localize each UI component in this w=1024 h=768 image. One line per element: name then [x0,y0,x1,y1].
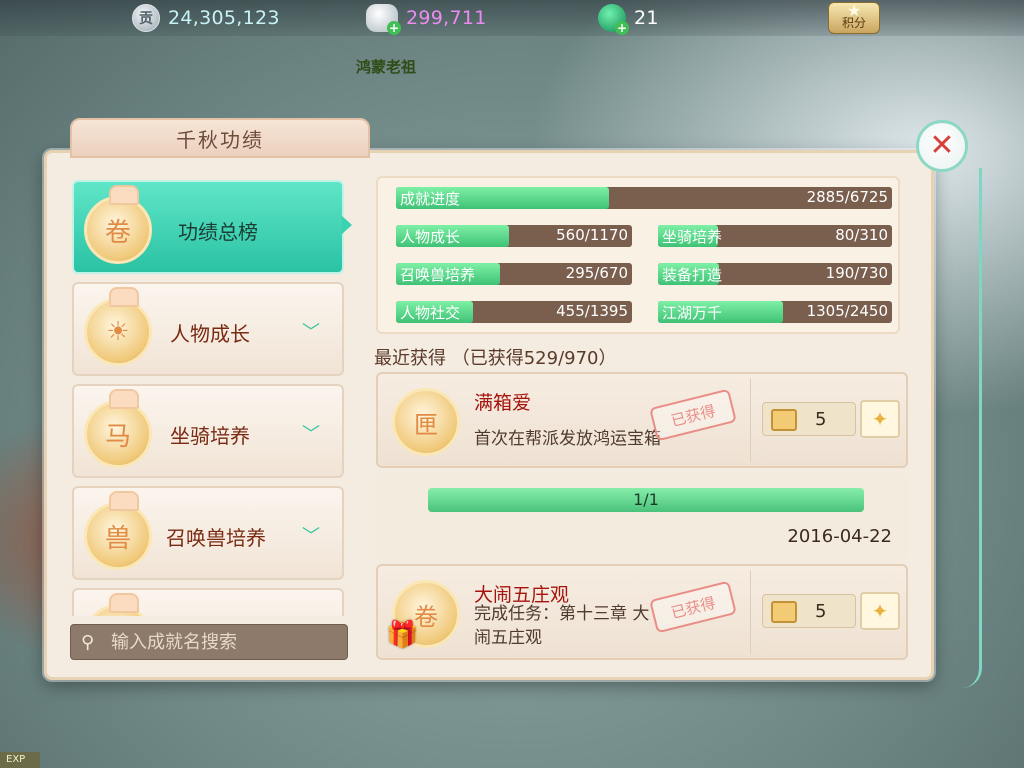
npc-name: 鸿蒙老祖 [356,58,417,76]
search-box[interactable]: ⚲ [70,624,348,660]
category-label: 人物成长 [170,322,250,346]
chevron-down-icon[interactable]: ﹀ [296,324,326,342]
share-button[interactable]: ✦ [860,400,900,438]
progress-name: 成就进度 [400,190,461,208]
search-icon: ⚲ [81,631,95,653]
category-item-pet[interactable]: 兽 召唤兽培养 ﹀ [72,486,344,580]
recent-achievement-list: 匣 满箱爱 首次在帮派发放鸿运宝箱 已获得 5 ✦ 1/1 2016-04-22… [372,370,912,662]
progress-value: 295/670 [565,264,628,282]
progress-name: 人物成长 [400,228,461,246]
pet-progress-bar: 召唤兽培养 295/670 [396,263,632,285]
chevron-down-icon[interactable]: ﹀ [296,528,326,546]
reward-count: 5 [815,409,827,430]
panel-title: 千秋功绩 [176,127,264,152]
progress-value: 1305/2450 [806,302,888,320]
silver-currency[interactable]: 299,711 [366,3,487,35]
achievement-card[interactable]: 匣 满箱爱 首次在帮派发放鸿运宝箱 已获得 5 ✦ [376,372,908,468]
achievement-detail: 1/1 2016-04-22 [376,474,908,560]
reward-box: 5 [762,402,856,436]
exp-label: EXP [0,752,40,768]
chest-medal-icon: 匣 [392,388,460,456]
overall-progress-bar: 成就进度 2885/6725 [396,187,892,209]
jianghu-progress-bar: 江湖万千 1305/2450 [658,301,892,323]
category-item-total[interactable]: 卷 功绩总榜 [72,180,344,274]
score-button[interactable]: ★ 积分 [828,1,880,34]
silver-value: 299,711 [406,7,487,29]
progress-name: 装备打造 [662,266,723,284]
obtained-stamp: 已获得 [649,388,737,442]
equipment-progress-bar: 装备打造 190/730 [658,263,892,285]
gift-icon: 🎁 [386,620,419,650]
panel-decoration [934,168,982,688]
achievement-desc: 首次在帮派发放鸿运宝箱 [474,429,661,449]
reward-count: 5 [815,601,827,622]
close-button[interactable]: ✕ [916,120,968,172]
progress-name: 坐骑培养 [662,228,723,246]
jade-value: 21 [634,7,659,29]
progress-value: 190/730 [825,264,888,282]
scroll-reward-icon [771,601,797,623]
jade-currency[interactable]: 21 [598,3,659,35]
sun-medal-icon: ☀ [84,287,152,366]
mount-progress-bar: 坐骑培养 80/310 [658,225,892,247]
achievement-card[interactable]: 卷 🎁 大闹五庄观 完成任务：第十三章 大闹五庄观 已获得 5 ✦ [376,564,908,660]
obtained-stamp: 已获得 [649,580,737,634]
category-label: 功绩总榜 [178,220,258,244]
category-item-mount[interactable]: 马 坐骑培养 ﹀ [72,384,344,478]
currency-bar: 贡 24,305,123 299,711 21 ★ 积分 [0,0,1024,36]
category-label: 坐骑培养 [170,424,250,448]
progress-value: 80/310 [835,226,888,244]
recent-achievements-label: 最近获得 （已获得529/970） [374,348,617,369]
star-feather-icon: ✦ [871,599,889,623]
close-icon: ✕ [929,128,955,163]
progress-value: 2885/6725 [806,188,888,206]
gong-currency: 贡 24,305,123 [132,3,280,33]
star-icon: ★ [847,1,862,20]
scroll-reward-icon [771,409,797,431]
progress-value: 560/1170 [556,226,628,244]
horse-medal-icon: 马 [84,389,152,468]
star-feather-icon: ✦ [871,407,889,431]
scroll-medal-icon: 卷 [84,185,152,264]
character-progress-bar: 人物成长 560/1170 [396,225,632,247]
card-divider [750,378,751,462]
progress-name: 召唤兽培养 [400,266,476,284]
progress-summary: 成就进度 2885/6725 人物成长 560/1170 坐骑培养 80/310… [376,176,900,334]
obtained-date: 2016-04-22 [787,526,892,547]
chevron-down-icon[interactable]: ﹀ [296,426,326,444]
panel-title-tab: 千秋功绩 [70,118,370,158]
progress-name: 人物社交 [400,304,461,322]
category-item-partial[interactable] [72,588,344,616]
reward-box: 5 [762,594,856,628]
silver-ingot-icon[interactable] [366,4,401,35]
detail-progress-value: 1/1 [633,490,659,509]
achievement-title: 满箱爱 [474,392,532,414]
share-button[interactable]: ✦ [860,592,900,630]
gong-coin-icon: 贡 [132,4,160,32]
active-indicator-arrow [342,216,352,234]
category-sidebar: 卷 功绩总榜 ☀ 人物成长 ﹀ 马 坐骑培养 ﹀ 兽 召唤兽培养 ﹀ [68,174,348,616]
progress-name: 江湖万千 [662,304,723,322]
jade-icon[interactable] [598,4,629,35]
detail-progress-bar: 1/1 [428,488,864,512]
beast-medal-icon: 兽 [84,491,152,570]
social-progress-bar: 人物社交 455/1395 [396,301,632,323]
progress-value: 455/1395 [556,302,628,320]
category-item-character[interactable]: ☀ 人物成长 ﹀ [72,282,344,376]
category-label: 召唤兽培养 [166,526,266,550]
card-divider [750,570,751,654]
medal-icon [84,593,152,616]
achievement-desc: 完成任务：第十三章 大闹五庄观 [474,604,650,648]
search-input[interactable] [111,631,331,653]
gong-value: 24,305,123 [168,7,280,29]
